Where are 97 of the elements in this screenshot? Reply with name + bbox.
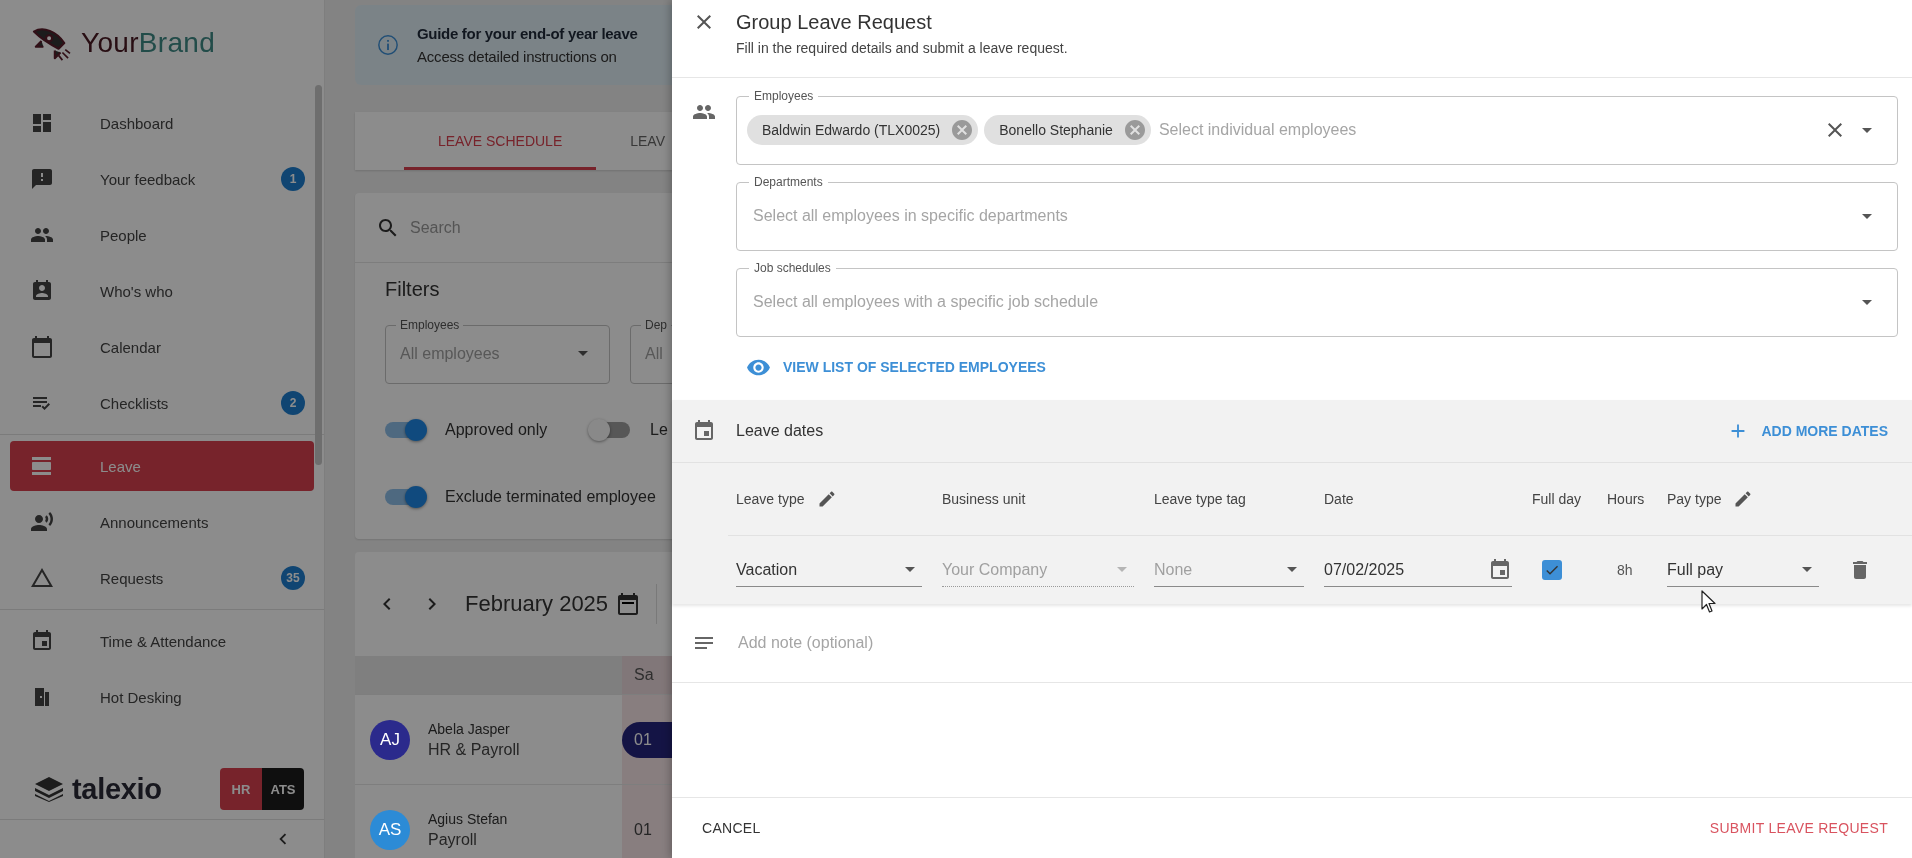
nav-item[interactable]: Your feedback 1 bbox=[10, 154, 314, 204]
search-field[interactable]: Search bbox=[408, 217, 672, 238]
employee-name: Abela Jasper bbox=[428, 720, 511, 737]
day-header: Sa bbox=[622, 656, 672, 694]
column-header: Date bbox=[1324, 491, 1354, 507]
field-placeholder: Select all employees in specific departments bbox=[753, 207, 1069, 225]
hours-value: 8h bbox=[1617, 562, 1633, 578]
calendar-icon[interactable] bbox=[1488, 557, 1512, 582]
departments-select-field[interactable]: Departments Select all employees in specific departments bbox=[736, 175, 1898, 251]
stacked-layers-icon bbox=[34, 776, 64, 802]
leave-entry: 01 bbox=[622, 721, 672, 758]
toggle-switch[interactable] bbox=[590, 422, 630, 438]
field-placeholder: Select all employees with a specific job schedule bbox=[753, 293, 1100, 311]
contact-card-icon bbox=[30, 279, 54, 303]
calendar-icon bbox=[30, 335, 54, 359]
select-field[interactable]: Vacation bbox=[736, 553, 922, 587]
checkbox[interactable] bbox=[1542, 560, 1562, 580]
toggle-label: Approved only bbox=[445, 421, 548, 439]
tab[interactable]: LEAV bbox=[596, 112, 672, 170]
dialog-title: Group Leave Request bbox=[736, 10, 933, 35]
view-selected-employees-link[interactable]: VIEW LIST OF SELECTED EMPLOYEES bbox=[746, 355, 1046, 379]
nav-item[interactable]: Hot Desking bbox=[10, 672, 314, 722]
employee-team: HR & Payroll bbox=[428, 740, 520, 759]
field-label: Employees bbox=[753, 89, 815, 103]
dropdown-arrow-icon[interactable] bbox=[1287, 567, 1297, 572]
dropdown-arrow-icon[interactable] bbox=[1862, 213, 1872, 219]
feedback-icon bbox=[30, 167, 54, 191]
field-label: Job schedules bbox=[753, 261, 832, 275]
employee-chip[interactable]: Baldwin Edwardo (TLX0025) bbox=[747, 115, 979, 145]
nav-item[interactable]: Dashboard bbox=[10, 98, 314, 148]
nav-item[interactable]: Checklists 2 bbox=[10, 378, 314, 428]
count-badge: 35 bbox=[281, 566, 305, 590]
date-field[interactable]: 07/02/2025 bbox=[1324, 553, 1512, 587]
submit-button[interactable]: SUBMIT LEAVE REQUEST bbox=[1701, 812, 1896, 844]
field-placeholder: Select individual employees bbox=[1158, 121, 1358, 139]
employee-team: Payroll bbox=[428, 830, 478, 849]
module-switch-button[interactable]: ATS bbox=[262, 768, 304, 810]
dropdown-arrow-icon[interactable] bbox=[905, 567, 915, 572]
module-switch-button[interactable]: HR bbox=[220, 768, 262, 810]
calendar-icon bbox=[692, 419, 716, 443]
count-badge: 1 bbox=[281, 167, 305, 191]
job-schedules-select-field[interactable]: Job schedules Select all employees with a specific job schedule bbox=[736, 261, 1898, 337]
calendar-icon[interactable] bbox=[616, 592, 641, 616]
toggle-switch[interactable] bbox=[385, 489, 425, 505]
dashboard-icon bbox=[30, 111, 54, 135]
select-field[interactable]: Full pay bbox=[1667, 553, 1819, 587]
count-badge: 2 bbox=[281, 391, 305, 415]
scrollbar[interactable] bbox=[315, 85, 322, 465]
column-header: Pay type bbox=[1667, 491, 1722, 507]
brand-name: YourBrand bbox=[81, 26, 215, 59]
filters-title: Filters bbox=[385, 278, 441, 301]
toggle-label: Exclude terminated employee bbox=[445, 488, 656, 506]
field-label: Employees bbox=[399, 318, 461, 332]
employees-select-field[interactable]: Employees Baldwin Edwardo (TLX0025) Bonello Stephanie Select individual employees bbox=[736, 89, 1898, 165]
stacked-bars-icon bbox=[30, 454, 54, 478]
avatar: AS bbox=[370, 809, 410, 850]
nav-item[interactable]: Requests 35 bbox=[10, 553, 314, 603]
cancel-button[interactable]: CANCEL bbox=[694, 812, 769, 844]
toggle-label: Le bbox=[650, 421, 668, 439]
nav-item[interactable]: Time & Attendance bbox=[10, 616, 314, 666]
column-header: Full day bbox=[1532, 491, 1582, 507]
dialog-subtitle: Fill in the required details and submit a leave request. bbox=[736, 39, 1068, 57]
toggle-switch[interactable] bbox=[385, 422, 425, 438]
banner-text: Access detailed instructions on bbox=[417, 48, 618, 65]
nav-item[interactable]: Leave bbox=[10, 441, 314, 491]
month-title: February 2025 bbox=[465, 591, 609, 617]
banner-title: Guide for your end-of year leave bbox=[417, 25, 638, 42]
dropdown-arrow-icon[interactable] bbox=[1862, 127, 1872, 133]
dropdown-arrow-icon[interactable] bbox=[1862, 299, 1872, 305]
field-label: Departments bbox=[753, 175, 824, 189]
tab[interactable]: LEAVE SCHEDULE bbox=[404, 112, 597, 170]
employee-name: Agius Stefan bbox=[428, 810, 508, 827]
dropdown-arrow-icon bbox=[578, 351, 588, 356]
speaking-person-icon bbox=[30, 510, 54, 534]
triangle-icon bbox=[30, 566, 54, 590]
column-header: Business unit bbox=[942, 491, 1026, 507]
calendar-icon bbox=[30, 629, 54, 653]
add-more-dates-button[interactable]: ADD MORE DATES bbox=[1727, 416, 1888, 446]
dropdown-arrow-icon[interactable] bbox=[1802, 567, 1812, 572]
mouse-pointer-icon bbox=[1701, 590, 1717, 614]
column-header: Hours bbox=[1607, 491, 1645, 507]
section-title: Leave dates bbox=[736, 422, 824, 440]
select-field[interactable]: None bbox=[1154, 553, 1304, 587]
note-field[interactable]: Add note (optional) bbox=[736, 633, 1912, 653]
field-label: Dep bbox=[644, 318, 668, 332]
info-icon bbox=[377, 34, 399, 56]
nav-item[interactable]: Who's who bbox=[10, 266, 314, 316]
clear-icon[interactable] bbox=[1828, 123, 1842, 137]
nav-item[interactable]: Announcements bbox=[10, 497, 314, 547]
day-number: 01 bbox=[633, 820, 652, 839]
avatar: AJ bbox=[370, 719, 410, 760]
column-header: Leave type bbox=[736, 491, 805, 507]
product-logo: talexio bbox=[72, 772, 163, 806]
employee-chip[interactable]: Bonello Stephanie bbox=[984, 115, 1151, 145]
nav-item[interactable]: People bbox=[10, 210, 314, 260]
nav-item[interactable]: Calendar bbox=[10, 322, 314, 372]
column-header: Leave type tag bbox=[1154, 491, 1246, 507]
